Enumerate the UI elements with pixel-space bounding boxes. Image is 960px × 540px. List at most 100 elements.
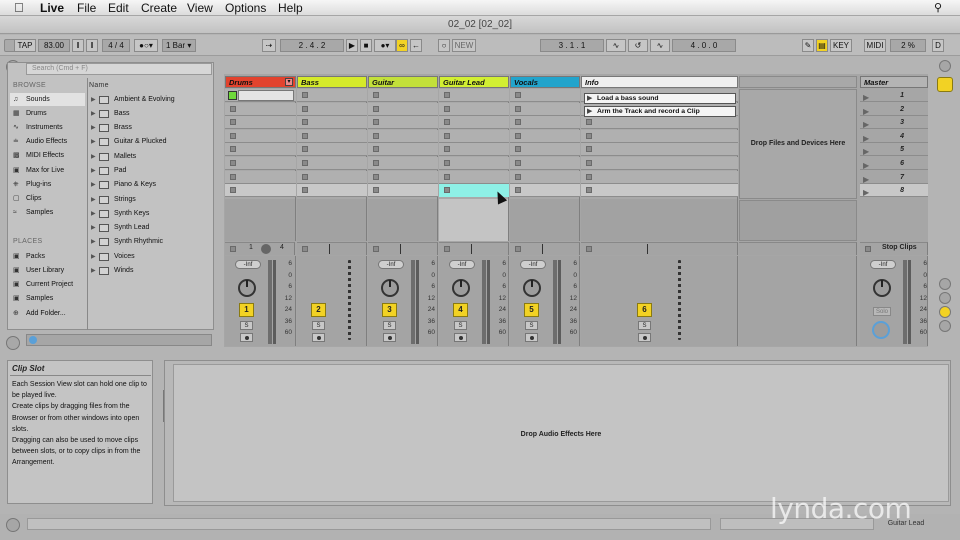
arm-button[interactable]	[454, 333, 467, 342]
punch-in-button[interactable]: ∿	[606, 39, 626, 52]
help-toggle-icon[interactable]	[6, 336, 20, 350]
drop-effects-zone[interactable]: Drop Audio Effects Here	[173, 364, 949, 502]
clip-slot[interactable]	[510, 102, 580, 116]
track-header-bass[interactable]: Bass	[297, 76, 367, 88]
folder-item[interactable]: ▶ Synth Lead	[89, 221, 211, 235]
menu-help[interactable]: Help	[278, 1, 303, 15]
browser-category-drums[interactable]: ▦ Drums	[10, 107, 85, 120]
stop-icon[interactable]	[515, 246, 521, 252]
stop-all-clips[interactable]: Stop Clips	[860, 242, 928, 255]
track-activator[interactable]: 4	[453, 303, 468, 317]
scene-launch[interactable]: ▶ 8	[860, 184, 928, 198]
nudge-down-button[interactable]: ‖	[72, 39, 84, 52]
stop-button-icon[interactable]	[515, 146, 521, 153]
loop-length-field[interactable]: 4 . 0 . 0	[672, 39, 736, 52]
key-map-button[interactable]: KEY	[830, 39, 852, 52]
expand-icon[interactable]: ▶	[91, 250, 96, 264]
clip-slot[interactable]	[368, 143, 438, 157]
sends-toggle-icon[interactable]	[939, 292, 951, 304]
song-position-field[interactable]: 2 . 4 . 2	[280, 39, 344, 52]
solo-button[interactable]: S	[312, 321, 325, 330]
peak-display[interactable]: -Inf	[235, 260, 261, 269]
folder-item[interactable]: ▶ Mallets	[89, 150, 211, 164]
track-header-vocals[interactable]: Vocals	[510, 76, 580, 88]
place-current-project[interactable]: ▣ Current Project	[10, 278, 85, 291]
track-activator[interactable]: 3	[382, 303, 397, 317]
session-view-button[interactable]	[937, 77, 953, 92]
stop-button-icon[interactable]	[373, 119, 379, 126]
browser-category-samples[interactable]: ≈ Samples	[10, 206, 85, 219]
volume-knob[interactable]	[381, 279, 399, 297]
scene-launch[interactable]: ▶ 2	[860, 103, 928, 116]
stop-button-icon[interactable]	[444, 132, 450, 139]
stop-button-icon[interactable]	[444, 173, 450, 180]
stop-button-icon[interactable]	[373, 187, 379, 194]
track-header-guitar[interactable]: Guitar	[368, 76, 438, 88]
folder-item[interactable]: ▶ Winds	[89, 264, 211, 278]
stop-button-icon[interactable]	[515, 119, 521, 126]
peak-display[interactable]: -Inf	[520, 260, 546, 269]
drum-rack-knob-icon[interactable]	[261, 244, 271, 254]
quantize-select[interactable]: 1 Bar ▾	[162, 39, 196, 52]
midi-map-button[interactable]: MIDI	[864, 39, 886, 52]
clip-slot[interactable]	[225, 116, 296, 130]
menu-edit[interactable]: Edit	[108, 1, 129, 15]
preview-icon[interactable]	[29, 336, 37, 344]
stop-button-icon[interactable]	[586, 132, 592, 139]
clip-slot[interactable]	[439, 116, 509, 130]
stop-button-icon[interactable]	[302, 132, 308, 139]
info-clip[interactable]: ▶ Load a bass sound	[584, 93, 736, 104]
stop-button-icon[interactable]	[373, 92, 379, 98]
expand-icon[interactable]: ▶	[91, 164, 96, 178]
clip-slot[interactable]	[225, 102, 296, 116]
browser-category-max-for-live[interactable]: ▣ Max for Live	[10, 164, 85, 177]
clip-slot[interactable]	[225, 143, 296, 157]
place-samples[interactable]: ▣ Samples	[10, 292, 85, 305]
selected-clip-slot[interactable]	[238, 90, 294, 101]
browser-category-sounds[interactable]: ♫ Sounds	[10, 93, 85, 106]
stop-button-icon[interactable]	[230, 119, 236, 126]
stop-button-icon[interactable]	[302, 173, 308, 180]
punch-out-button[interactable]: ∿	[650, 39, 670, 52]
play-icon[interactable]: ▶	[587, 107, 592, 116]
browser-category-instruments[interactable]: ∿ Instruments	[10, 121, 85, 134]
stop-bar-drums[interactable]: 14	[225, 242, 295, 255]
metronome-button[interactable]: ●○▾	[134, 39, 158, 52]
clip-slot[interactable]	[368, 170, 438, 184]
clip-slot[interactable]	[297, 116, 367, 130]
solo-button[interactable]: S	[454, 321, 467, 330]
solo-button[interactable]: S	[525, 321, 538, 330]
clip-slot[interactable]	[368, 157, 438, 170]
folder-item[interactable]: ▶ Voices	[89, 250, 211, 264]
stop-button-icon[interactable]	[586, 119, 592, 126]
clip-slot[interactable]	[581, 184, 738, 198]
app-menu[interactable]: Live	[40, 1, 64, 15]
stop-button-icon[interactable]	[515, 173, 521, 180]
arm-button[interactable]	[383, 333, 396, 342]
cue-volume-knob[interactable]	[872, 321, 890, 339]
browser-category-clips[interactable]: ▢ Clips	[10, 192, 85, 205]
clip-slot[interactable]	[581, 143, 738, 157]
volume-knob[interactable]	[238, 279, 256, 297]
folder-item[interactable]: ▶ Strings	[89, 193, 211, 207]
tap-button[interactable]: TAP	[14, 39, 36, 52]
browser-category-audio-effects[interactable]: ≐ Audio Effects	[10, 135, 85, 148]
expand-icon[interactable]: ▶	[91, 178, 96, 192]
track-header-drums[interactable]: Drums ▾	[225, 76, 296, 88]
add-folder-button[interactable]: ⊕ Add Folder...	[10, 307, 85, 320]
clip-slot[interactable]	[439, 89, 509, 102]
stop-button-icon[interactable]	[586, 187, 592, 194]
expand-icon[interactable]: ▶	[91, 107, 96, 121]
folder-item[interactable]: ▶ Pad	[89, 164, 211, 178]
clip-slot[interactable]	[510, 129, 580, 143]
record-arm-play-icon[interactable]	[228, 91, 237, 100]
io-toggle-icon[interactable]	[939, 278, 951, 290]
master-volume-knob[interactable]	[873, 279, 891, 297]
search-icon[interactable]: ⚲	[934, 1, 942, 14]
back-to-arrangement-button[interactable]: ←	[410, 39, 422, 52]
stop-button-icon[interactable]	[515, 105, 521, 112]
stop-button-icon[interactable]	[373, 105, 379, 112]
stop-button-icon[interactable]	[373, 173, 379, 180]
info-clip[interactable]: ▶ Arm the Track and record a Clip	[584, 106, 736, 117]
folder-item[interactable]: ▶ Synth Rhythmic	[89, 235, 211, 249]
